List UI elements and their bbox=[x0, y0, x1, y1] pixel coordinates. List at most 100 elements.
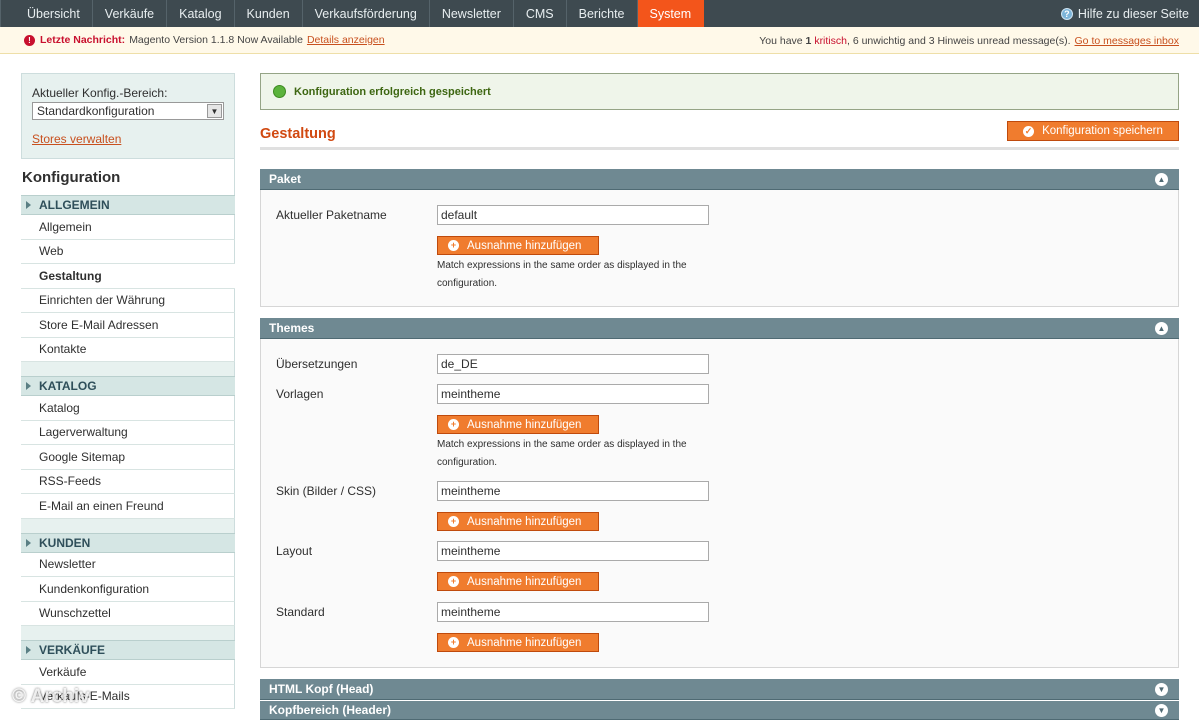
nav-item-kunden[interactable]: Kunden bbox=[235, 0, 303, 27]
uebersetzungen-input[interactable]: de_DE bbox=[437, 354, 709, 374]
nav-item-berichte[interactable]: Berichte bbox=[567, 0, 638, 27]
sidebar-section-katalog[interactable]: KATALOG bbox=[21, 376, 235, 396]
details-link[interactable]: Details anzeigen bbox=[307, 34, 385, 46]
exception-note-line1: Match expressions in the same order as d… bbox=[437, 439, 687, 450]
sidebar-item-wunschzettel[interactable]: Wunschzettel bbox=[21, 601, 235, 626]
fieldset-title-kopfbereich: Kopfbereich (Header) bbox=[269, 703, 392, 717]
paketname-input[interactable]: default bbox=[437, 205, 709, 225]
exception-note-line1: Match expressions in the same order as d… bbox=[437, 260, 687, 271]
top-navigation: Übersicht Verkäufe Katalog Kunden Verkau… bbox=[0, 0, 1199, 27]
sidebar-item-katalog[interactable]: Katalog bbox=[21, 396, 235, 421]
add-exception-button[interactable]: + Ausnahme hinzufügen bbox=[437, 512, 599, 531]
messages-inbox-link[interactable]: Go to messages inbox bbox=[1075, 35, 1179, 47]
nav-item-newsletter[interactable]: Newsletter bbox=[430, 0, 514, 27]
sidebar-title: Konfiguration bbox=[21, 159, 235, 195]
nav-item-verkaeufe[interactable]: Verkäufe bbox=[93, 0, 168, 27]
alert-icon: ! bbox=[24, 34, 35, 46]
nav-item-uebersicht[interactable]: Übersicht bbox=[0, 0, 93, 27]
plus-icon: + bbox=[448, 637, 459, 648]
help-icon: ? bbox=[1060, 7, 1073, 20]
notification-text: Magento Version 1.1.8 Now Available bbox=[129, 34, 303, 46]
success-message: Konfiguration erfolgreich gespeichert bbox=[260, 73, 1179, 110]
save-config-button[interactable]: ✓ Konfiguration speichern bbox=[1007, 121, 1179, 141]
critical-count: 1 bbox=[805, 34, 812, 47]
field-label-paketname: Aktueller Paketname bbox=[276, 208, 387, 222]
plus-icon: + bbox=[448, 240, 459, 251]
add-exception-button[interactable]: + Ausnahme hinzufügen bbox=[437, 236, 599, 255]
sidebar-spacer bbox=[21, 626, 235, 640]
fieldset-head-paket[interactable]: Paket ▲ bbox=[260, 169, 1179, 190]
sidebar-section-kunden[interactable]: KUNDEN bbox=[21, 532, 235, 553]
scope-select[interactable]: Standardkonfiguration ▼ bbox=[32, 102, 224, 120]
sidebar-item-kontakte[interactable]: Kontakte bbox=[21, 337, 235, 362]
success-text: Konfiguration erfolgreich gespeichert bbox=[294, 85, 491, 98]
check-icon: ✓ bbox=[1023, 125, 1035, 137]
field-label-standard: Standard bbox=[276, 605, 325, 619]
sidebar-spacer bbox=[21, 518, 235, 533]
nav-item-verkaufsfoerderung[interactable]: Verkaufsförderung bbox=[303, 0, 430, 27]
sidebar-item-web[interactable]: Web bbox=[21, 239, 235, 264]
nav-item-katalog[interactable]: Katalog bbox=[167, 0, 235, 27]
sidebar-item-waehrung[interactable]: Einrichten der Währung bbox=[21, 288, 235, 313]
fieldset-head-kopfbereich[interactable]: Kopfbereich (Header) ▼ bbox=[260, 701, 1179, 720]
success-icon bbox=[273, 85, 286, 98]
exception-note-line2: configuration. bbox=[437, 457, 498, 468]
expand-icon[interactable]: ▼ bbox=[1155, 683, 1168, 696]
help-link[interactable]: ? Hilfe zu dieser Seite bbox=[1060, 0, 1189, 27]
add-exception-label: Ausnahme hinzufügen bbox=[467, 636, 582, 649]
help-link-label: Hilfe zu dieser Seite bbox=[1077, 6, 1189, 21]
sidebar-item-email-freund[interactable]: E-Mail an einen Freund bbox=[21, 494, 235, 519]
scope-switcher: Aktueller Konfig.-Bereich: Standardkonfi… bbox=[21, 73, 235, 159]
skin-input[interactable]: meintheme bbox=[437, 481, 709, 501]
stores-manage-link[interactable]: Stores verwalten bbox=[32, 132, 224, 146]
collapse-icon[interactable]: ▲ bbox=[1155, 322, 1168, 335]
plus-icon: + bbox=[448, 419, 459, 430]
chevron-down-icon[interactable]: ▼ bbox=[207, 104, 222, 118]
field-label-layout: Layout bbox=[276, 544, 313, 558]
messages-summary: You have 1 kritisch, 6 unwichtig and 3 H… bbox=[759, 27, 1179, 54]
minor-messages: , 6 unwichtig and 3 Hinweis unread messa… bbox=[846, 34, 1071, 47]
sidebar-item-kundenkonfiguration[interactable]: Kundenkonfiguration bbox=[21, 577, 235, 602]
add-exception-label: Ausnahme hinzufügen bbox=[467, 239, 582, 252]
messages-prefix: You have bbox=[759, 34, 803, 47]
sidebar-section-verkaeufe[interactable]: VERKÄUFE bbox=[21, 640, 235, 660]
sidebar-item-lagerverwaltung[interactable]: Lagerverwaltung bbox=[21, 420, 235, 445]
config-sidebar: Aktueller Konfig.-Bereich: Standardkonfi… bbox=[21, 73, 235, 720]
nav-item-cms[interactable]: CMS bbox=[514, 0, 567, 27]
sidebar-item-verkaeufe[interactable]: Verkäufe bbox=[21, 660, 235, 685]
sidebar-item-allgemein[interactable]: Allgemein bbox=[21, 215, 235, 240]
watermark: © Archiv bbox=[12, 686, 90, 707]
nav-item-system[interactable]: System bbox=[637, 0, 705, 27]
sidebar-item-google-sitemap[interactable]: Google Sitemap bbox=[21, 445, 235, 470]
add-exception-label: Ausnahme hinzufügen bbox=[467, 515, 582, 528]
sidebar-spacer bbox=[21, 362, 235, 376]
field-label-skin: Skin (Bilder / CSS) bbox=[276, 484, 377, 498]
layout-input[interactable]: meintheme bbox=[437, 541, 709, 561]
exception-note: Match expressions in the same order as d… bbox=[437, 257, 727, 293]
sidebar-section-allgemein[interactable]: ALLGEMEIN bbox=[21, 195, 235, 215]
critical-label: kritisch bbox=[814, 34, 847, 47]
add-exception-button[interactable]: + Ausnahme hinzufügen bbox=[437, 633, 599, 652]
save-config-label: Konfiguration speichern bbox=[1042, 125, 1163, 137]
notification-label: Letzte Nachricht: bbox=[40, 34, 126, 46]
standard-input[interactable]: meintheme bbox=[437, 602, 709, 622]
field-label-uebersetzungen: Übersetzungen bbox=[276, 357, 358, 371]
vorlagen-input[interactable]: meintheme bbox=[437, 384, 709, 404]
field-label-vorlagen: Vorlagen bbox=[276, 387, 324, 401]
sidebar-item-rss-feeds[interactable]: RSS-Feeds bbox=[21, 469, 235, 494]
collapse-icon[interactable]: ▲ bbox=[1155, 173, 1168, 186]
fieldset-head-themes[interactable]: Themes ▲ bbox=[260, 318, 1179, 339]
plus-icon: + bbox=[448, 576, 459, 587]
exception-note-line2: configuration. bbox=[437, 278, 498, 289]
fieldset-head-html-kopf[interactable]: HTML Kopf (Head) ▼ bbox=[260, 679, 1179, 700]
sidebar-item-newsletter[interactable]: Newsletter bbox=[21, 552, 235, 577]
expand-icon[interactable]: ▼ bbox=[1155, 704, 1168, 717]
title-divider bbox=[260, 147, 1179, 150]
notification-bar: ! Letzte Nachricht: Magento Version 1.1.… bbox=[0, 27, 1199, 54]
add-exception-button[interactable]: + Ausnahme hinzufügen bbox=[437, 415, 599, 434]
scope-select-value: Standardkonfiguration bbox=[37, 104, 155, 118]
sidebar-item-gestaltung[interactable]: Gestaltung bbox=[21, 264, 235, 289]
scope-label: Aktueller Konfig.-Bereich: bbox=[32, 86, 168, 100]
sidebar-item-store-email[interactable]: Store E-Mail Adressen bbox=[21, 313, 235, 338]
add-exception-button[interactable]: + Ausnahme hinzufügen bbox=[437, 572, 599, 591]
